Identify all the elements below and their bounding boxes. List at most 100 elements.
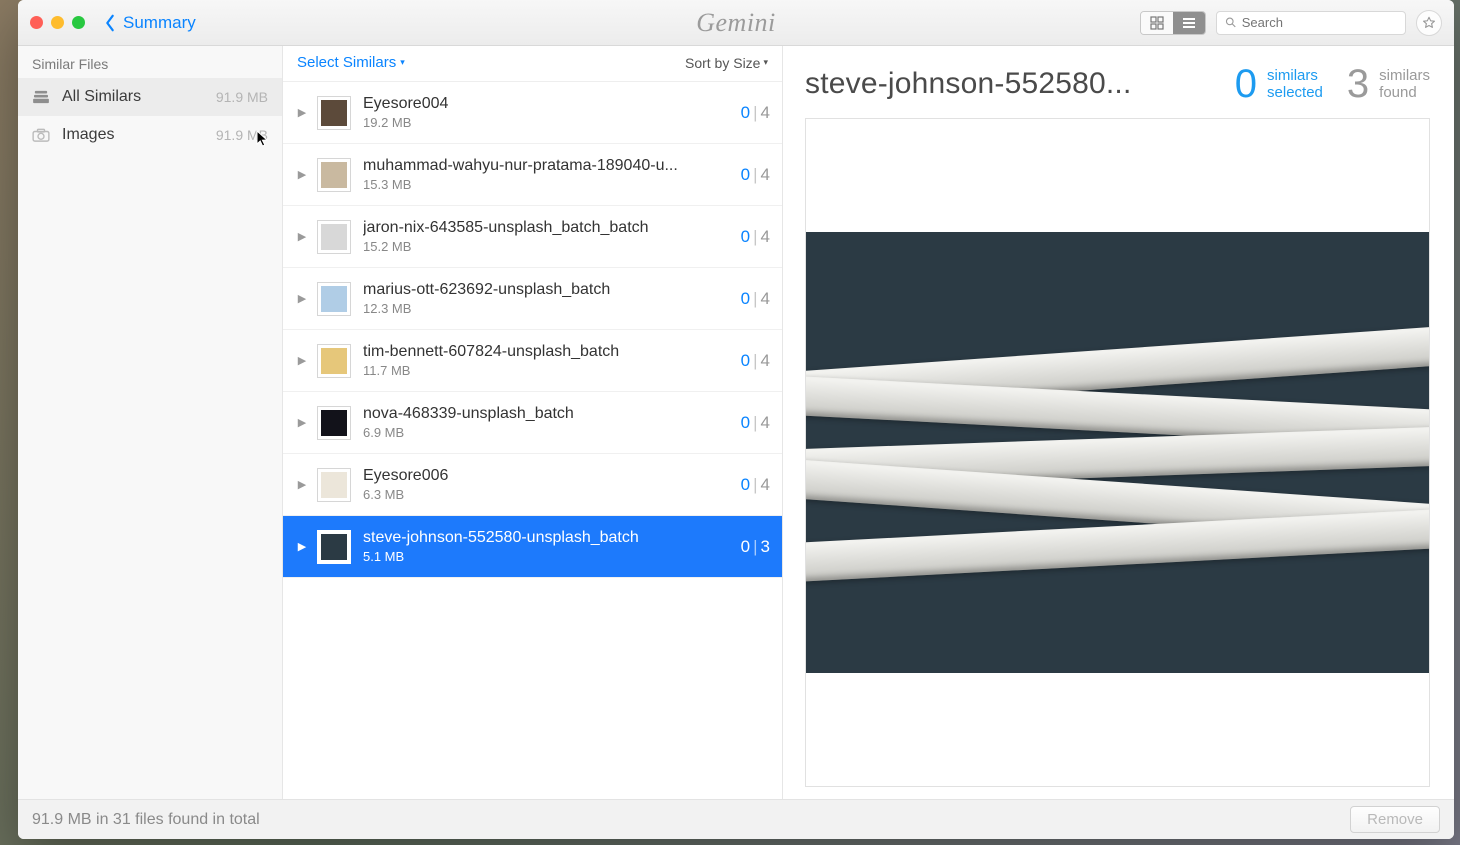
selected-count: 0 — [741, 475, 750, 494]
file-name: muhammad-wahyu-nur-pratama-189040-u... — [363, 157, 733, 175]
file-row[interactable]: ▶nova-468339-unsplash_batch6.9 MB0|4 — [283, 392, 782, 454]
detail-panel: steve-johnson-552580... 0 similars selec… — [783, 46, 1454, 799]
app-title: Gemini — [696, 8, 776, 38]
sidebar: Similar Files All Similars 91.9 MB Image… — [18, 46, 283, 799]
traffic-lights — [30, 16, 85, 29]
back-label: Summary — [123, 13, 196, 33]
file-name: tim-bennett-607824-unsplash_batch — [363, 343, 733, 361]
file-row[interactable]: ▶ tim-bennett-607824-unsplash_batch 11.7 M… — [283, 330, 782, 392]
sort-button[interactable]: Sort by Size ▾ — [685, 55, 768, 71]
file-row[interactable]: ▶jaron-nix-643585-unsplash_batch_batch15… — [283, 206, 782, 268]
file-row[interactable]: ▶ marius-ott-623692-unsplash_batch 12.3 MB… — [283, 268, 782, 330]
selected-count: 0 — [741, 103, 750, 122]
total-count: 4 — [761, 351, 770, 370]
disclosure-triangle-icon[interactable]: ▶ — [293, 292, 311, 305]
file-meta: muhammad-wahyu-nur-pratama-189040-u...15… — [363, 157, 733, 192]
file-thumbnail — [317, 344, 351, 378]
maximize-window-button[interactable] — [72, 16, 85, 29]
file-meta: Eyesore00419.2 MB — [363, 95, 733, 130]
sidebar-item-all-similars[interactable]: All Similars 91.9 MB — [18, 78, 282, 116]
file-meta: tim-bennett-607824-unsplash_batch 11.7 MB — [363, 343, 733, 378]
grid-view-button[interactable] — [1141, 12, 1173, 34]
remove-button[interactable]: Remove — [1350, 806, 1440, 833]
sidebar-item-label: All Similars — [62, 88, 141, 106]
star-icon — [1422, 16, 1436, 30]
file-meta: steve-johnson-552580-unsplash_batch5.1 M… — [363, 529, 733, 564]
stack-icon — [32, 90, 50, 104]
disclosure-triangle-icon[interactable]: ▶ — [293, 230, 311, 243]
file-counts: 0|4 — [733, 103, 770, 123]
sidebar-item-images[interactable]: Images 91.9 MB — [18, 116, 282, 154]
preview-image — [806, 232, 1429, 672]
disclosure-triangle-icon[interactable]: ▶ — [293, 106, 311, 119]
list-view-button[interactable] — [1173, 12, 1205, 34]
select-similars-button[interactable]: Select Similars ▾ — [297, 54, 405, 71]
total-count: 3 — [761, 537, 770, 556]
file-thumbnail — [317, 530, 351, 564]
star-button[interactable] — [1416, 10, 1442, 36]
file-list[interactable]: ▶Eyesore00419.2 MB0|4▶muhammad-wahyu-nur… — [283, 82, 782, 799]
selected-label-1: similars — [1267, 67, 1323, 84]
file-row[interactable]: ▶ muhammad-wahyu-nur-pratama-189040-u...1… — [283, 144, 782, 206]
file-meta: Eyesore006 6.3 MB — [363, 467, 733, 502]
search-input[interactable] — [1242, 15, 1397, 30]
file-counts: 0|4 — [733, 351, 770, 371]
file-thumbnail — [317, 220, 351, 254]
selected-count: 0 — [741, 227, 750, 246]
total-count: 4 — [761, 165, 770, 184]
selected-count: 0 — [741, 351, 750, 370]
selected-label-2: selected — [1267, 84, 1323, 101]
sort-label: Sort by Size — [685, 55, 760, 71]
sidebar-item-size: 91.9 MB — [216, 89, 268, 105]
preview-graphic — [806, 329, 1429, 576]
file-row[interactable]: ▶ steve-johnson-552580-unsplash_batch5.1 … — [283, 516, 782, 578]
list-icon — [1182, 16, 1196, 30]
close-window-button[interactable] — [30, 16, 43, 29]
disclosure-triangle-icon[interactable]: ▶ — [293, 478, 311, 491]
selected-count: 0 — [1235, 64, 1257, 104]
disclosure-triangle-icon[interactable]: ▶ — [293, 168, 311, 181]
file-counts: 0|3 — [733, 537, 770, 557]
file-list-panel: Select Similars ▾ Sort by Size ▾ ▶ Eyesor… — [283, 46, 783, 799]
disclosure-triangle-icon[interactable]: ▶ — [293, 354, 311, 367]
footer: 91.9 MB in 31 files found in total Remov… — [18, 799, 1454, 839]
file-thumbnail — [317, 158, 351, 192]
file-size: 11.7 MB — [363, 363, 733, 378]
selected-count: 0 — [741, 413, 750, 432]
file-name: nova-468339-unsplash_batch — [363, 405, 733, 423]
found-label-2: found — [1379, 84, 1430, 101]
file-thumbnail — [317, 406, 351, 440]
preview-frame — [805, 118, 1430, 787]
found-label-1: similars — [1379, 67, 1430, 84]
disclosure-triangle-icon[interactable]: ▶ — [293, 416, 311, 429]
total-count: 4 — [761, 289, 770, 308]
chevron-left-icon — [103, 14, 117, 32]
file-name: marius-ott-623692-unsplash_batch — [363, 281, 733, 299]
stat-selected: 0 similars selected — [1235, 64, 1323, 104]
file-name: Eyesore004 — [363, 95, 733, 113]
file-size: 5.1 MB — [363, 549, 733, 564]
minimize-window-button[interactable] — [51, 16, 64, 29]
file-list-header: Select Similars ▾ Sort by Size ▾ — [283, 46, 782, 82]
file-row[interactable]: ▶ Eyesore006 6.3 MB0|4 — [283, 454, 782, 516]
titlebar-right — [1140, 10, 1442, 36]
file-name: Eyesore006 — [363, 467, 733, 485]
file-name: jaron-nix-643585-unsplash_batch_batch — [363, 219, 733, 237]
selected-count: 0 — [741, 289, 750, 308]
file-size: 6.3 MB — [363, 487, 733, 502]
file-size: 6.9 MB — [363, 425, 733, 440]
main-area: Similar Files All Similars 91.9 MB Image… — [18, 46, 1454, 799]
back-button[interactable]: Summary — [103, 13, 196, 33]
detail-title: steve-johnson-552580... — [805, 67, 1211, 101]
sidebar-header: Similar Files — [18, 46, 282, 78]
view-toggle — [1140, 11, 1206, 35]
disclosure-triangle-icon[interactable]: ▶ — [293, 540, 311, 553]
search-field[interactable] — [1216, 11, 1406, 35]
file-thumbnail — [317, 96, 351, 130]
file-thumbnail — [317, 282, 351, 316]
file-thumbnail — [317, 468, 351, 502]
chevron-down-icon: ▾ — [763, 57, 768, 68]
file-size: 12.3 MB — [363, 301, 733, 316]
file-row[interactable]: ▶ Eyesore00419.2 MB0|4 — [283, 82, 782, 144]
file-counts: 0|4 — [733, 475, 770, 495]
